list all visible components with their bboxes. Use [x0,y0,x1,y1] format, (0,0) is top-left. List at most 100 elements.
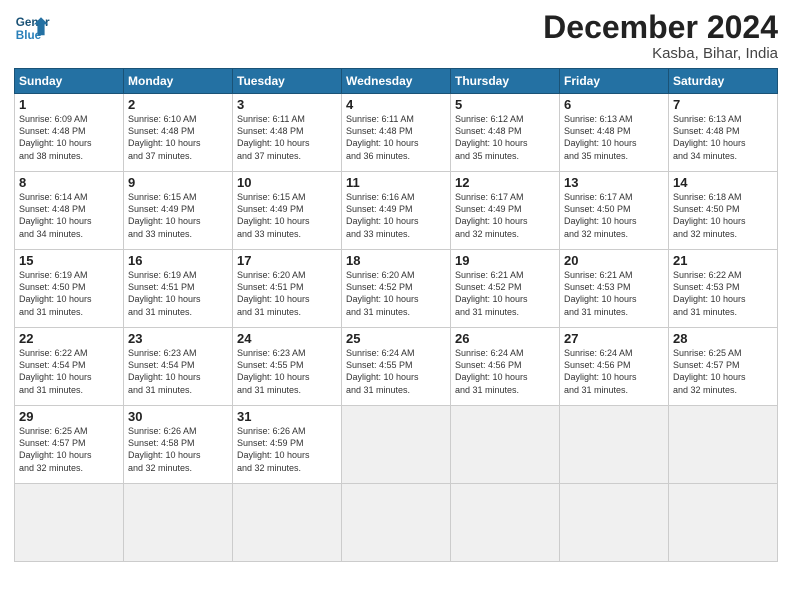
calendar-cell: 31Sunrise: 6:26 AM Sunset: 4:59 PM Dayli… [233,406,342,484]
day-info: Sunrise: 6:12 AM Sunset: 4:48 PM Dayligh… [455,113,555,162]
day-number: 3 [237,97,337,112]
calendar-cell: 22Sunrise: 6:22 AM Sunset: 4:54 PM Dayli… [15,328,124,406]
calendar-cell: 15Sunrise: 6:19 AM Sunset: 4:50 PM Dayli… [15,250,124,328]
calendar-cell: 8Sunrise: 6:14 AM Sunset: 4:48 PM Daylig… [15,172,124,250]
header-tuesday: Tuesday [233,69,342,94]
day-number: 21 [673,253,773,268]
calendar-cell: 21Sunrise: 6:22 AM Sunset: 4:53 PM Dayli… [669,250,778,328]
day-info: Sunrise: 6:21 AM Sunset: 4:52 PM Dayligh… [455,269,555,318]
calendar-row [15,484,778,562]
day-info: Sunrise: 6:24 AM Sunset: 4:56 PM Dayligh… [564,347,664,396]
day-info: Sunrise: 6:17 AM Sunset: 4:49 PM Dayligh… [455,191,555,240]
logo-icon: General Blue [14,10,50,46]
calendar-cell [669,406,778,484]
calendar-row: 8Sunrise: 6:14 AM Sunset: 4:48 PM Daylig… [15,172,778,250]
day-info: Sunrise: 6:25 AM Sunset: 4:57 PM Dayligh… [19,425,119,474]
day-info: Sunrise: 6:22 AM Sunset: 4:53 PM Dayligh… [673,269,773,318]
month-title: December 2024 [543,10,778,45]
calendar-cell [669,484,778,562]
day-number: 12 [455,175,555,190]
day-number: 11 [346,175,446,190]
day-info: Sunrise: 6:22 AM Sunset: 4:54 PM Dayligh… [19,347,119,396]
header-thursday: Thursday [451,69,560,94]
calendar-cell: 10Sunrise: 6:15 AM Sunset: 4:49 PM Dayli… [233,172,342,250]
day-number: 24 [237,331,337,346]
calendar-row: 15Sunrise: 6:19 AM Sunset: 4:50 PM Dayli… [15,250,778,328]
day-number: 26 [455,331,555,346]
day-info: Sunrise: 6:17 AM Sunset: 4:50 PM Dayligh… [564,191,664,240]
day-info: Sunrise: 6:24 AM Sunset: 4:56 PM Dayligh… [455,347,555,396]
day-number: 15 [19,253,119,268]
day-info: Sunrise: 6:15 AM Sunset: 4:49 PM Dayligh… [237,191,337,240]
day-number: 1 [19,97,119,112]
calendar-cell: 13Sunrise: 6:17 AM Sunset: 4:50 PM Dayli… [560,172,669,250]
day-number: 22 [19,331,119,346]
day-info: Sunrise: 6:19 AM Sunset: 4:50 PM Dayligh… [19,269,119,318]
day-info: Sunrise: 6:25 AM Sunset: 4:57 PM Dayligh… [673,347,773,396]
calendar-cell [342,484,451,562]
day-info: Sunrise: 6:18 AM Sunset: 4:50 PM Dayligh… [673,191,773,240]
day-number: 27 [564,331,664,346]
day-number: 14 [673,175,773,190]
day-info: Sunrise: 6:14 AM Sunset: 4:48 PM Dayligh… [19,191,119,240]
day-number: 2 [128,97,228,112]
calendar-cell: 19Sunrise: 6:21 AM Sunset: 4:52 PM Dayli… [451,250,560,328]
day-info: Sunrise: 6:10 AM Sunset: 4:48 PM Dayligh… [128,113,228,162]
day-info: Sunrise: 6:11 AM Sunset: 4:48 PM Dayligh… [346,113,446,162]
calendar-cell [451,406,560,484]
header-sunday: Sunday [15,69,124,94]
calendar-cell: 11Sunrise: 6:16 AM Sunset: 4:49 PM Dayli… [342,172,451,250]
calendar-cell: 7Sunrise: 6:13 AM Sunset: 4:48 PM Daylig… [669,94,778,172]
day-info: Sunrise: 6:16 AM Sunset: 4:49 PM Dayligh… [346,191,446,240]
weekday-header-row: Sunday Monday Tuesday Wednesday Thursday… [15,69,778,94]
day-info: Sunrise: 6:26 AM Sunset: 4:58 PM Dayligh… [128,425,228,474]
day-number: 13 [564,175,664,190]
day-number: 31 [237,409,337,424]
day-number: 19 [455,253,555,268]
header: General Blue December 2024 Kasba, Bihar,… [14,10,778,62]
calendar-cell: 29Sunrise: 6:25 AM Sunset: 4:57 PM Dayli… [15,406,124,484]
calendar-cell: 3Sunrise: 6:11 AM Sunset: 4:48 PM Daylig… [233,94,342,172]
calendar-cell: 2Sunrise: 6:10 AM Sunset: 4:48 PM Daylig… [124,94,233,172]
day-number: 5 [455,97,555,112]
day-info: Sunrise: 6:11 AM Sunset: 4:48 PM Dayligh… [237,113,337,162]
header-friday: Friday [560,69,669,94]
day-number: 28 [673,331,773,346]
calendar-cell: 4Sunrise: 6:11 AM Sunset: 4:48 PM Daylig… [342,94,451,172]
calendar-cell [342,406,451,484]
calendar-cell: 14Sunrise: 6:18 AM Sunset: 4:50 PM Dayli… [669,172,778,250]
calendar-cell [233,484,342,562]
calendar-cell: 9Sunrise: 6:15 AM Sunset: 4:49 PM Daylig… [124,172,233,250]
day-info: Sunrise: 6:09 AM Sunset: 4:48 PM Dayligh… [19,113,119,162]
header-wednesday: Wednesday [342,69,451,94]
header-monday: Monday [124,69,233,94]
day-info: Sunrise: 6:23 AM Sunset: 4:55 PM Dayligh… [237,347,337,396]
calendar-cell [124,484,233,562]
calendar-cell [451,484,560,562]
calendar-cell: 12Sunrise: 6:17 AM Sunset: 4:49 PM Dayli… [451,172,560,250]
calendar-row: 22Sunrise: 6:22 AM Sunset: 4:54 PM Dayli… [15,328,778,406]
day-number: 20 [564,253,664,268]
day-number: 16 [128,253,228,268]
title-block: December 2024 Kasba, Bihar, India [543,10,778,62]
day-info: Sunrise: 6:20 AM Sunset: 4:52 PM Dayligh… [346,269,446,318]
calendar-table: Sunday Monday Tuesday Wednesday Thursday… [14,68,778,562]
calendar-row: 29Sunrise: 6:25 AM Sunset: 4:57 PM Dayli… [15,406,778,484]
calendar-cell [15,484,124,562]
day-info: Sunrise: 6:15 AM Sunset: 4:49 PM Dayligh… [128,191,228,240]
calendar-cell [560,406,669,484]
day-number: 30 [128,409,228,424]
day-number: 4 [346,97,446,112]
day-info: Sunrise: 6:21 AM Sunset: 4:53 PM Dayligh… [564,269,664,318]
day-number: 7 [673,97,773,112]
day-info: Sunrise: 6:26 AM Sunset: 4:59 PM Dayligh… [237,425,337,474]
day-info: Sunrise: 6:19 AM Sunset: 4:51 PM Dayligh… [128,269,228,318]
day-number: 18 [346,253,446,268]
calendar-row: 1Sunrise: 6:09 AM Sunset: 4:48 PM Daylig… [15,94,778,172]
calendar-cell: 28Sunrise: 6:25 AM Sunset: 4:57 PM Dayli… [669,328,778,406]
day-info: Sunrise: 6:24 AM Sunset: 4:55 PM Dayligh… [346,347,446,396]
day-number: 29 [19,409,119,424]
day-info: Sunrise: 6:13 AM Sunset: 4:48 PM Dayligh… [564,113,664,162]
day-number: 9 [128,175,228,190]
calendar-cell: 30Sunrise: 6:26 AM Sunset: 4:58 PM Dayli… [124,406,233,484]
